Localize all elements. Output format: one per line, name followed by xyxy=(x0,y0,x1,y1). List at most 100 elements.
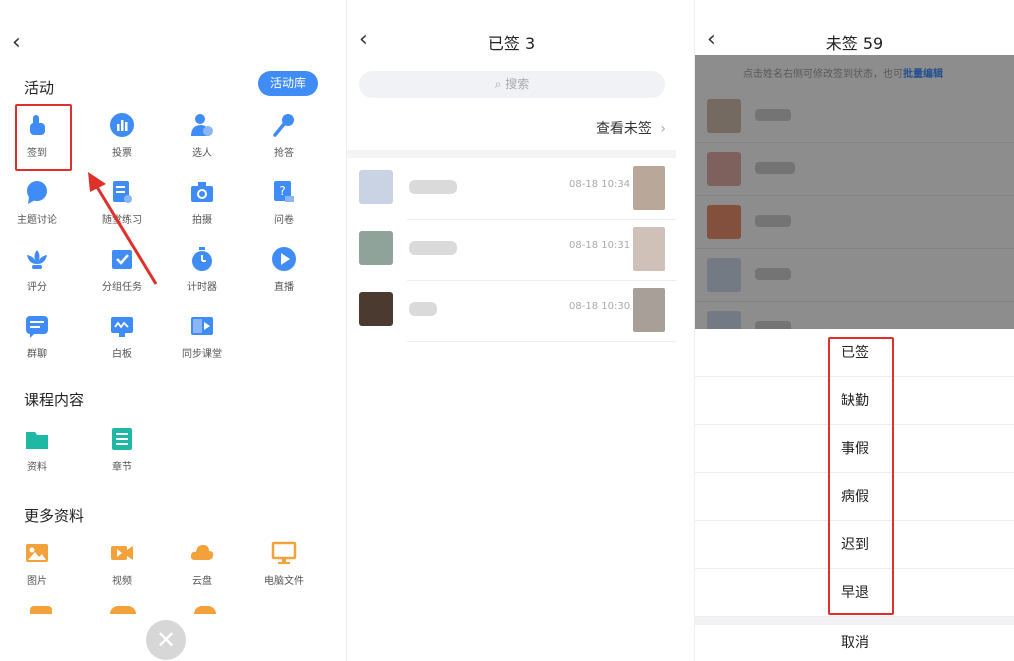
folder-icon xyxy=(26,432,48,449)
grid-item-whiteboard[interactable]: 白板 xyxy=(87,313,157,360)
signed-list-panel: ‹ 已签 3 ⌕ 搜索 查看未签 › 08-18 10:34 08-18 10:… xyxy=(346,0,676,661)
grid-item-vote-chart[interactable]: 投票 xyxy=(87,112,157,159)
section-title-more: 更多资料 xyxy=(24,507,85,525)
grid-item-chapter-list[interactable]: 章节 xyxy=(87,426,157,473)
grid-item-label: 计时器 xyxy=(187,282,217,293)
grid-item-cloud[interactable]: 云盘 xyxy=(167,540,237,587)
page-title: 未签 59 xyxy=(825,34,884,53)
see-unsigned-label: 查看未签 xyxy=(595,121,652,137)
blurred-name xyxy=(409,241,457,255)
signed-row[interactable]: 08-18 10:34 xyxy=(347,160,676,220)
see-unsigned-link[interactable]: 查看未签 › xyxy=(596,118,666,138)
blurred-name xyxy=(409,302,437,316)
row-divider xyxy=(407,341,676,342)
grid-item-label: 资料 xyxy=(27,462,47,473)
grid-item-image[interactable]: 图片 xyxy=(4,540,72,587)
hidden-item-peek xyxy=(30,606,52,614)
signed-row[interactable]: 08-18 10:30 xyxy=(347,282,676,342)
row-divider xyxy=(407,280,676,281)
checkin-photo[interactable] xyxy=(633,166,665,210)
avatar xyxy=(359,292,393,326)
grid-item-video[interactable]: 视频 xyxy=(87,540,157,587)
row-divider xyxy=(407,219,676,220)
grid-item-live-play[interactable]: 直播 xyxy=(249,246,319,293)
grid-item-discussion-bubble[interactable]: 主题讨论 xyxy=(4,179,72,226)
computer-icon xyxy=(271,541,297,564)
image-icon xyxy=(26,544,48,562)
grid-item-camera[interactable]: 拍摄 xyxy=(167,179,237,226)
vote-chart-icon xyxy=(110,113,134,137)
checkin-photo[interactable] xyxy=(633,288,665,332)
status-action-sheet: 已签 缺勤 事假 病假 迟到 早退 取消 xyxy=(695,329,1014,661)
grid-item-label: 投票 xyxy=(112,148,132,159)
grid-item-select-person[interactable]: 选人 xyxy=(167,112,237,159)
grid-item-label: 主题讨论 xyxy=(17,215,57,226)
modal-overlay[interactable] xyxy=(695,55,1014,329)
questionnaire-icon: ? xyxy=(274,181,294,202)
grid-item-label: 抢答 xyxy=(274,148,294,159)
grid-item-group-chat[interactable]: 群聊 xyxy=(4,313,72,360)
annotation-arrow xyxy=(88,172,158,285)
sync-class-icon xyxy=(191,317,213,335)
blurred-name xyxy=(409,180,457,194)
checkin-photo[interactable] xyxy=(633,227,665,271)
close-button[interactable]: ✕ xyxy=(146,620,186,660)
avatar xyxy=(359,170,393,204)
live-play-icon xyxy=(272,247,296,271)
grid-item-label: 电脑文件 xyxy=(264,576,304,587)
grid-item-label: 问卷 xyxy=(274,215,294,226)
section-title-course: 课程内容 xyxy=(24,391,85,409)
divider xyxy=(695,617,1014,625)
grid-item-label: 直播 xyxy=(274,282,294,293)
grid-item-label: 白板 xyxy=(112,349,132,360)
signed-row[interactable]: 08-18 10:31 xyxy=(347,221,676,281)
microphone-icon xyxy=(273,114,294,137)
svg-text:?: ? xyxy=(279,184,285,198)
page-title: 已签 3 xyxy=(487,34,536,53)
unsigned-panel: ‹ 未签 59 点击姓名右侧可修改签到状态，也可批量编辑 已签 缺勤 事假 病假 迟到早… xyxy=(694,0,1014,661)
cloud-icon xyxy=(190,545,214,560)
search-input[interactable]: ⌕ 搜索 xyxy=(359,71,665,98)
grid-item-label: 群聊 xyxy=(27,349,47,360)
grid-item-microphone[interactable]: 抢答 xyxy=(249,112,319,159)
divider xyxy=(347,150,676,158)
grid-item-timer[interactable]: 计时器 xyxy=(167,246,237,293)
back-icon[interactable]: ‹ xyxy=(12,30,21,55)
search-placeholder: 搜索 xyxy=(505,77,530,91)
grid-item-questionnaire[interactable]: ? 问卷 xyxy=(249,179,319,226)
sign-time: 08-18 10:31 xyxy=(569,240,631,251)
group-chat-icon xyxy=(26,316,48,338)
camera-icon xyxy=(191,182,213,202)
whiteboard-icon xyxy=(111,317,133,337)
activity-panel: ‹ 活动 活动库 签到 投票 选人 抢答 主题讨论 随堂练习 拍摄? 问卷 评分 分组任务 计时器直… xyxy=(4,0,328,661)
grid-item-rating-lotus[interactable]: 评分 xyxy=(4,246,72,293)
discussion-bubble-icon xyxy=(27,181,47,204)
section-title-activity: 活动 xyxy=(24,79,55,97)
options-annotation-box xyxy=(828,337,894,615)
grid-item-sync-class[interactable]: 同步课堂 xyxy=(167,313,237,360)
grid-item-label: 同步课堂 xyxy=(182,349,222,360)
checkin-annotation-box xyxy=(15,104,72,171)
avatar xyxy=(359,231,393,265)
timer-icon xyxy=(192,247,212,271)
grid-item-label: 云盘 xyxy=(192,576,212,587)
activity-library-button[interactable]: 活动库 xyxy=(258,71,318,96)
select-person-icon xyxy=(191,114,213,136)
grid-item-label: 图片 xyxy=(27,576,47,587)
video-icon xyxy=(111,546,133,560)
grid-item-computer[interactable]: 电脑文件 xyxy=(249,540,319,587)
grid-item-folder[interactable]: 资料 xyxy=(4,426,72,473)
rating-lotus-icon xyxy=(27,250,47,269)
sign-time: 08-18 10:30 xyxy=(569,301,631,312)
grid-item-label: 评分 xyxy=(27,282,47,293)
grid-item-label: 章节 xyxy=(112,462,132,473)
chevron-right-icon: › xyxy=(660,121,666,137)
grid-item-label: 选人 xyxy=(192,148,212,159)
hidden-item-peek xyxy=(110,606,136,614)
chapter-list-icon xyxy=(112,428,132,450)
grid-item-label: 视频 xyxy=(112,576,132,587)
grid-item-label: 拍摄 xyxy=(192,215,212,226)
search-icon: ⌕ xyxy=(494,77,506,91)
sign-time: 08-18 10:34 xyxy=(569,179,631,190)
cancel-button[interactable]: 取消 xyxy=(695,625,1014,661)
